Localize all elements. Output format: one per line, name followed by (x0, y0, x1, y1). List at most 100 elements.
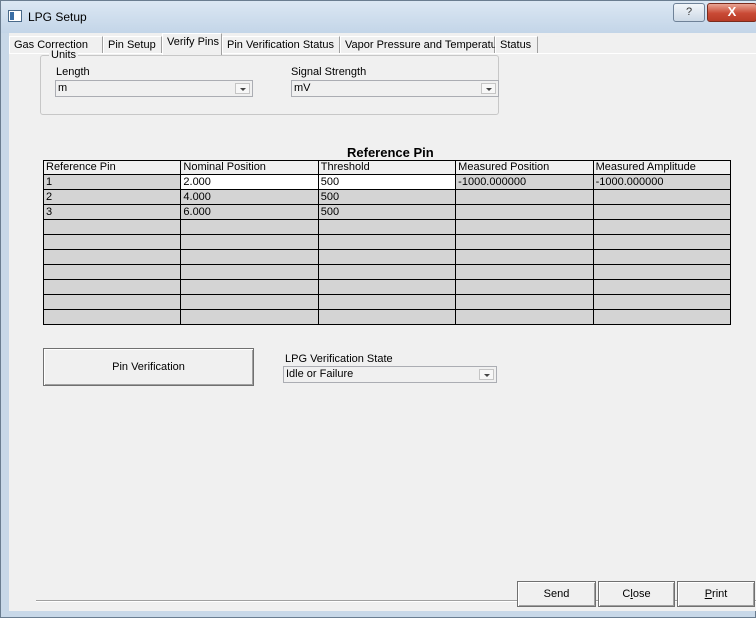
cell-threshold[interactable] (317, 219, 457, 235)
table-row: 2 4.000 500 (42, 189, 732, 205)
cell-nominal-position[interactable] (180, 219, 319, 235)
signal-strength-combo[interactable]: mV (291, 80, 499, 97)
col-measured-position: Measured Position (455, 160, 594, 175)
cell-reference-pin[interactable]: 1 (42, 174, 182, 190)
cell-measured-amplitude[interactable] (592, 219, 732, 235)
cell-measured-amplitude[interactable]: -1000.000000 (592, 174, 732, 190)
table-row (42, 294, 732, 310)
send-button[interactable]: Send (517, 581, 596, 607)
lpg-verification-state-label: LPG Verification State (285, 353, 393, 365)
cell-nominal-position[interactable]: 6.000 (180, 204, 319, 220)
table-row (42, 249, 732, 265)
chevron-down-icon[interactable] (479, 369, 494, 380)
reference-pin-table: Reference Pin Nominal Position Threshold… (42, 160, 732, 325)
app-window-icon (8, 10, 22, 22)
cell-threshold[interactable] (317, 294, 457, 310)
cell-threshold[interactable]: 500 (317, 204, 457, 220)
table-row (42, 264, 732, 280)
length-label: Length (56, 66, 90, 78)
col-threshold: Threshold (317, 160, 457, 175)
lpg-setup-window: LPG Setup ? X Gas Correction Pin Setup V… (0, 0, 756, 618)
cell-measured-position[interactable] (455, 294, 594, 310)
table-header-row: Reference Pin Nominal Position Threshold… (42, 160, 732, 175)
cell-nominal-position[interactable] (180, 234, 319, 250)
lpg-verification-state-value: Idle or Failure (286, 368, 354, 380)
cell-reference-pin[interactable] (42, 264, 182, 280)
table-row: 1 2.000 500 -1000.000000 -1000.000000 (42, 174, 732, 190)
cell-measured-position[interactable] (455, 249, 594, 265)
cell-threshold[interactable] (317, 264, 457, 280)
cell-measured-position[interactable] (455, 309, 594, 325)
table-row (42, 219, 732, 235)
cell-reference-pin[interactable] (42, 249, 182, 265)
cell-nominal-position[interactable]: 2.000 (180, 174, 319, 190)
col-reference-pin: Reference Pin (42, 160, 182, 175)
cell-threshold[interactable] (317, 234, 457, 250)
cell-measured-position[interactable] (455, 264, 594, 280)
table-row: 3 6.000 500 (42, 204, 732, 220)
close-window-button[interactable]: X (707, 3, 756, 22)
title-bar[interactable]: LPG Setup ? X (1, 1, 756, 33)
cell-measured-position[interactable] (455, 234, 594, 250)
cell-nominal-position[interactable] (180, 279, 319, 295)
units-legend: Units (49, 49, 79, 61)
cell-measured-amplitude[interactable] (592, 309, 732, 325)
length-value: m (58, 82, 68, 94)
cell-measured-position[interactable]: -1000.000000 (455, 174, 594, 190)
cell-measured-position[interactable] (455, 279, 594, 295)
print-button-accelerator: P (704, 588, 713, 600)
cell-nominal-position[interactable] (180, 294, 319, 310)
cell-threshold[interactable] (317, 249, 457, 265)
tab-pin-setup[interactable]: Pin Setup (103, 36, 162, 54)
cell-measured-amplitude[interactable] (592, 249, 732, 265)
cell-measured-position[interactable] (455, 204, 594, 220)
reference-pin-title: Reference Pin (347, 145, 434, 160)
pin-verification-button[interactable]: Pin Verification (43, 348, 254, 386)
cell-measured-amplitude[interactable] (592, 264, 732, 280)
tab-status[interactable]: Status (495, 36, 538, 54)
cell-reference-pin[interactable] (42, 294, 182, 310)
print-button-label: rint (712, 588, 728, 600)
table-row (42, 279, 732, 295)
cell-reference-pin[interactable] (42, 219, 182, 235)
cell-nominal-position[interactable]: 4.000 (180, 189, 319, 205)
window-title: LPG Setup (28, 10, 87, 24)
col-nominal-position: Nominal Position (180, 160, 319, 175)
cell-measured-position[interactable] (455, 219, 594, 235)
cell-measured-amplitude[interactable] (592, 234, 732, 250)
tab-pin-verification-status[interactable]: Pin Verification Status (222, 36, 340, 54)
col-measured-amplitude: Measured Amplitude (592, 160, 732, 175)
signal-strength-label: Signal Strength (291, 66, 367, 78)
tab-verify-pins[interactable]: Verify Pins (162, 33, 222, 55)
length-combo[interactable]: m (55, 80, 253, 97)
cell-nominal-position[interactable] (180, 309, 319, 325)
chevron-down-icon[interactable] (235, 83, 250, 94)
cell-nominal-position[interactable] (180, 249, 319, 265)
close-button-label-rest: ose (632, 588, 651, 600)
cell-measured-amplitude[interactable] (592, 204, 732, 220)
cell-measured-position[interactable] (455, 189, 594, 205)
cell-reference-pin[interactable] (42, 279, 182, 295)
lpg-verification-state-combo[interactable]: Idle or Failure (283, 366, 497, 383)
chevron-down-icon[interactable] (481, 83, 496, 94)
table-row (42, 309, 732, 325)
print-button[interactable]: Print (677, 581, 755, 607)
tab-vapor-pressure-temperature[interactable]: Vapor Pressure and Temperature (340, 36, 507, 54)
cell-reference-pin[interactable] (42, 234, 182, 250)
cell-measured-amplitude[interactable] (592, 279, 732, 295)
cell-threshold[interactable]: 500 (317, 174, 457, 190)
cell-measured-amplitude[interactable] (592, 294, 732, 310)
cell-reference-pin[interactable]: 2 (42, 189, 182, 205)
close-button[interactable]: Close (598, 581, 675, 607)
cell-threshold[interactable] (317, 279, 457, 295)
signal-strength-value: mV (294, 82, 311, 94)
table-row (42, 234, 732, 250)
cell-threshold[interactable] (317, 309, 457, 325)
cell-nominal-position[interactable] (180, 264, 319, 280)
dialog-client-area: Gas Correction Pin Setup Verify Pins Pin… (9, 33, 756, 611)
help-button[interactable]: ? (673, 3, 705, 22)
cell-measured-amplitude[interactable] (592, 189, 732, 205)
cell-reference-pin[interactable] (42, 309, 182, 325)
cell-threshold[interactable]: 500 (317, 189, 457, 205)
cell-reference-pin[interactable]: 3 (42, 204, 182, 220)
